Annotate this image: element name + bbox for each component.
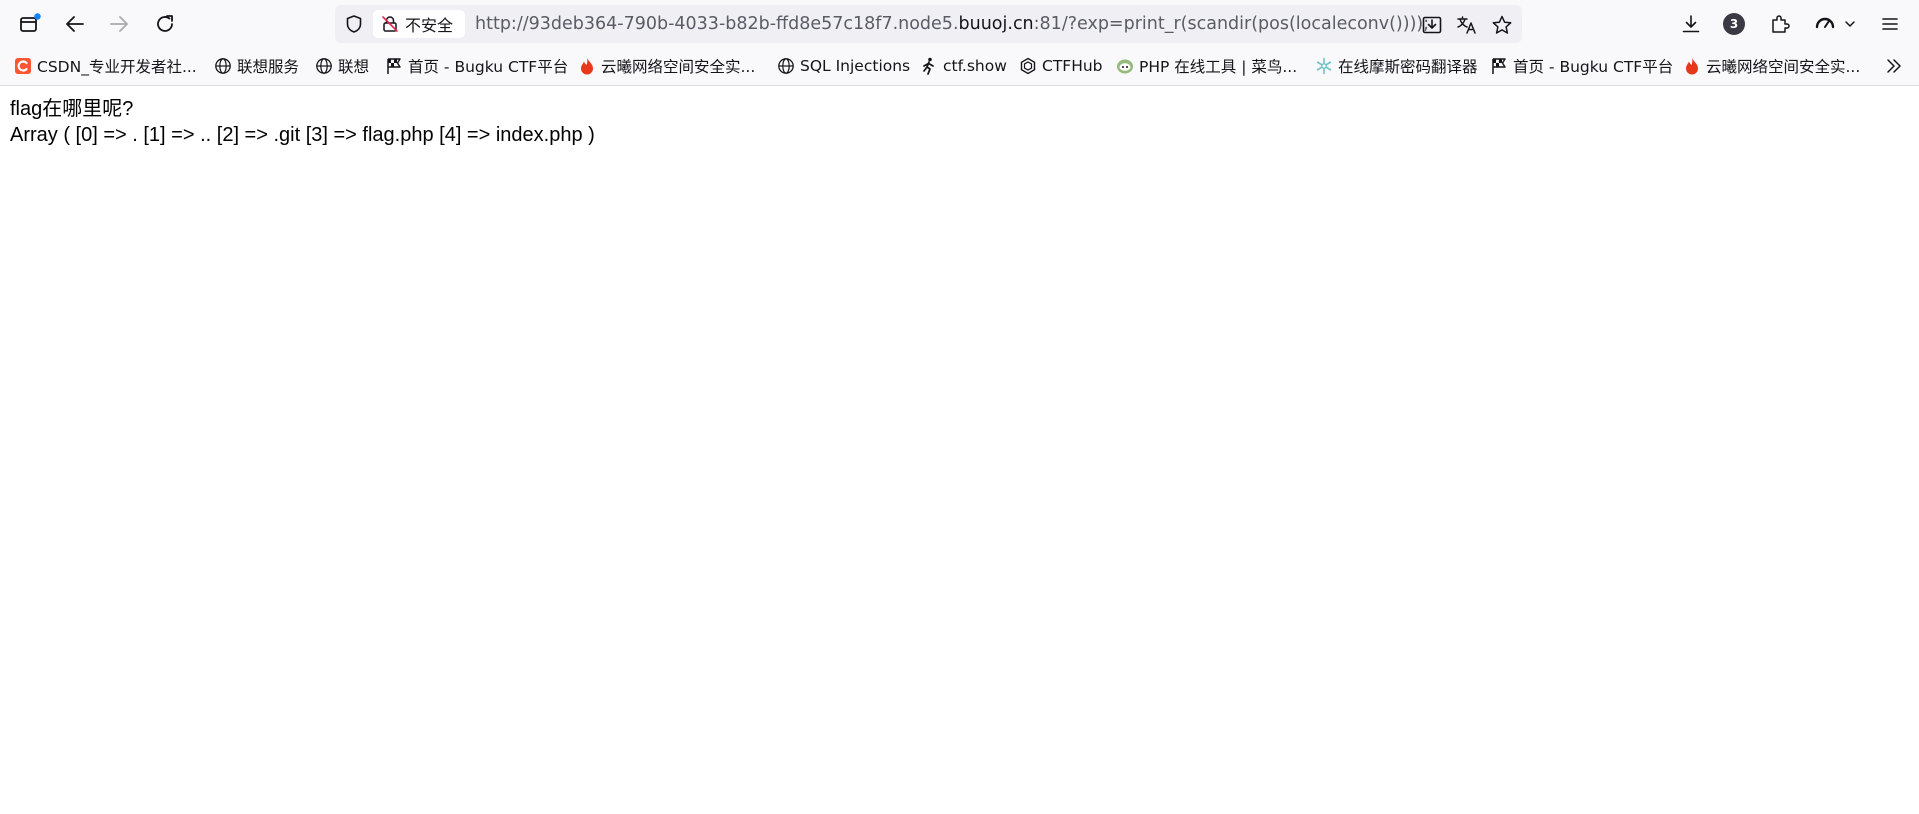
bookmark-item[interactable]: 联想服务 bbox=[214, 49, 299, 83]
profile-icon[interactable] bbox=[1810, 9, 1840, 39]
extensions-badge[interactable]: 3 bbox=[1723, 13, 1745, 35]
chevron-down-icon[interactable] bbox=[1842, 9, 1858, 39]
runner-icon bbox=[920, 57, 938, 75]
bookmark-star-icon[interactable] bbox=[1490, 13, 1514, 37]
bookmark-item[interactable]: 在线摩斯密码翻译器 bbox=[1315, 49, 1478, 83]
bookmark-label: 联想服务 bbox=[237, 58, 300, 76]
bookmark-label: PHP 在线工具 | 菜鸟... bbox=[1139, 58, 1298, 76]
url-text[interactable]: http://93deb364-790b-4033-b82b-ffd8e57c1… bbox=[475, 5, 1429, 43]
flame-icon bbox=[578, 57, 596, 75]
bookmark-label: 联想 bbox=[338, 58, 370, 76]
bookmark-item[interactable]: PHP 在线工具 | 菜鸟... bbox=[1116, 49, 1297, 83]
bookmark-label: 首页 - Bugku CTF平台 bbox=[1513, 58, 1674, 76]
bookmark-item[interactable]: 首页 - Bugku CTF平台 bbox=[385, 49, 568, 83]
back-icon[interactable] bbox=[60, 9, 90, 39]
url-prefix: http://93deb364-790b-4033-b82b-ffd8e57c1… bbox=[475, 14, 959, 34]
bookmarks-toolbar: CSDN_专业开发者社... 联想服务 联想 首页 - Bugku CTF平台 … bbox=[0, 49, 1919, 86]
browser-toolbar: 不安全 http://93deb364-790b-4033-b82b-ffd8e… bbox=[0, 0, 1919, 49]
runoob-icon bbox=[1116, 57, 1134, 75]
bookmark-label: CTFHub bbox=[1042, 57, 1103, 75]
bookmark-item[interactable]: 首页 - Bugku CTF平台 bbox=[1490, 49, 1673, 83]
url-bar[interactable]: 不安全 http://93deb364-790b-4033-b82b-ffd8e… bbox=[335, 5, 1522, 43]
insecure-lock-icon bbox=[381, 15, 399, 33]
bookmark-label: ctf.show bbox=[943, 57, 1007, 75]
security-label: 不安全 bbox=[405, 16, 454, 35]
flame-icon bbox=[1683, 57, 1701, 75]
bookmark-label: 在线摩斯密码翻译器 bbox=[1338, 58, 1478, 76]
install-icon[interactable] bbox=[1420, 13, 1444, 37]
bookmark-item[interactable]: 联想 bbox=[315, 49, 369, 83]
extensions-icon[interactable] bbox=[1765, 9, 1795, 39]
bookmark-item[interactable]: ctf.show bbox=[920, 49, 1007, 83]
reload-icon[interactable] bbox=[150, 9, 180, 39]
url-suffix: :81/?exp=print_r(scandir(pos(localeconv(… bbox=[1033, 14, 1430, 34]
bookmark-label: SQL Injections bbox=[800, 57, 911, 75]
bookmark-label: CSDN_专业开发者社... bbox=[37, 58, 197, 76]
shield-icon[interactable] bbox=[343, 13, 365, 35]
tab-overview-icon[interactable] bbox=[15, 9, 45, 39]
globe-icon bbox=[315, 57, 333, 75]
bookmark-label: 云曦网络空间安全实... bbox=[601, 58, 756, 76]
downloads-icon[interactable] bbox=[1676, 9, 1706, 39]
page-heading-text: flag在哪里呢? bbox=[10, 98, 134, 120]
bookmark-item[interactable]: CTFHub bbox=[1019, 49, 1103, 83]
globe-icon bbox=[214, 57, 232, 75]
security-indicator[interactable]: 不安全 bbox=[373, 10, 465, 38]
bookmark-item[interactable]: 云曦网络空间安全实... bbox=[578, 49, 755, 83]
bookmark-item[interactable]: 云曦网络空间安全实... bbox=[1683, 49, 1860, 83]
bookmark-item[interactable]: SQL Injections bbox=[777, 49, 910, 83]
forward-icon bbox=[104, 9, 134, 39]
snowflake-icon bbox=[1315, 57, 1333, 75]
hex-icon bbox=[1019, 57, 1037, 75]
url-host: buuoj.cn bbox=[958, 14, 1034, 34]
bookmark-label: 云曦网络空间安全实... bbox=[1706, 58, 1861, 76]
csdn-icon bbox=[14, 57, 32, 75]
bookmark-item[interactable]: CSDN_专业开发者社... bbox=[14, 49, 197, 83]
bookmark-label: 首页 - Bugku CTF平台 bbox=[408, 58, 569, 76]
bookmarks-overflow-icon[interactable] bbox=[1882, 54, 1906, 78]
globe-icon bbox=[777, 57, 795, 75]
translate-icon[interactable] bbox=[1455, 13, 1479, 37]
scandir-output-text: Array ( [0] => . [1] => .. [2] => .git [… bbox=[10, 124, 595, 146]
menu-icon[interactable] bbox=[1875, 9, 1905, 39]
flag-icon bbox=[1490, 57, 1508, 75]
flag-icon bbox=[385, 57, 403, 75]
page-content: flag在哪里呢? Array ( [0] => . [1] => .. [2]… bbox=[10, 96, 595, 148]
